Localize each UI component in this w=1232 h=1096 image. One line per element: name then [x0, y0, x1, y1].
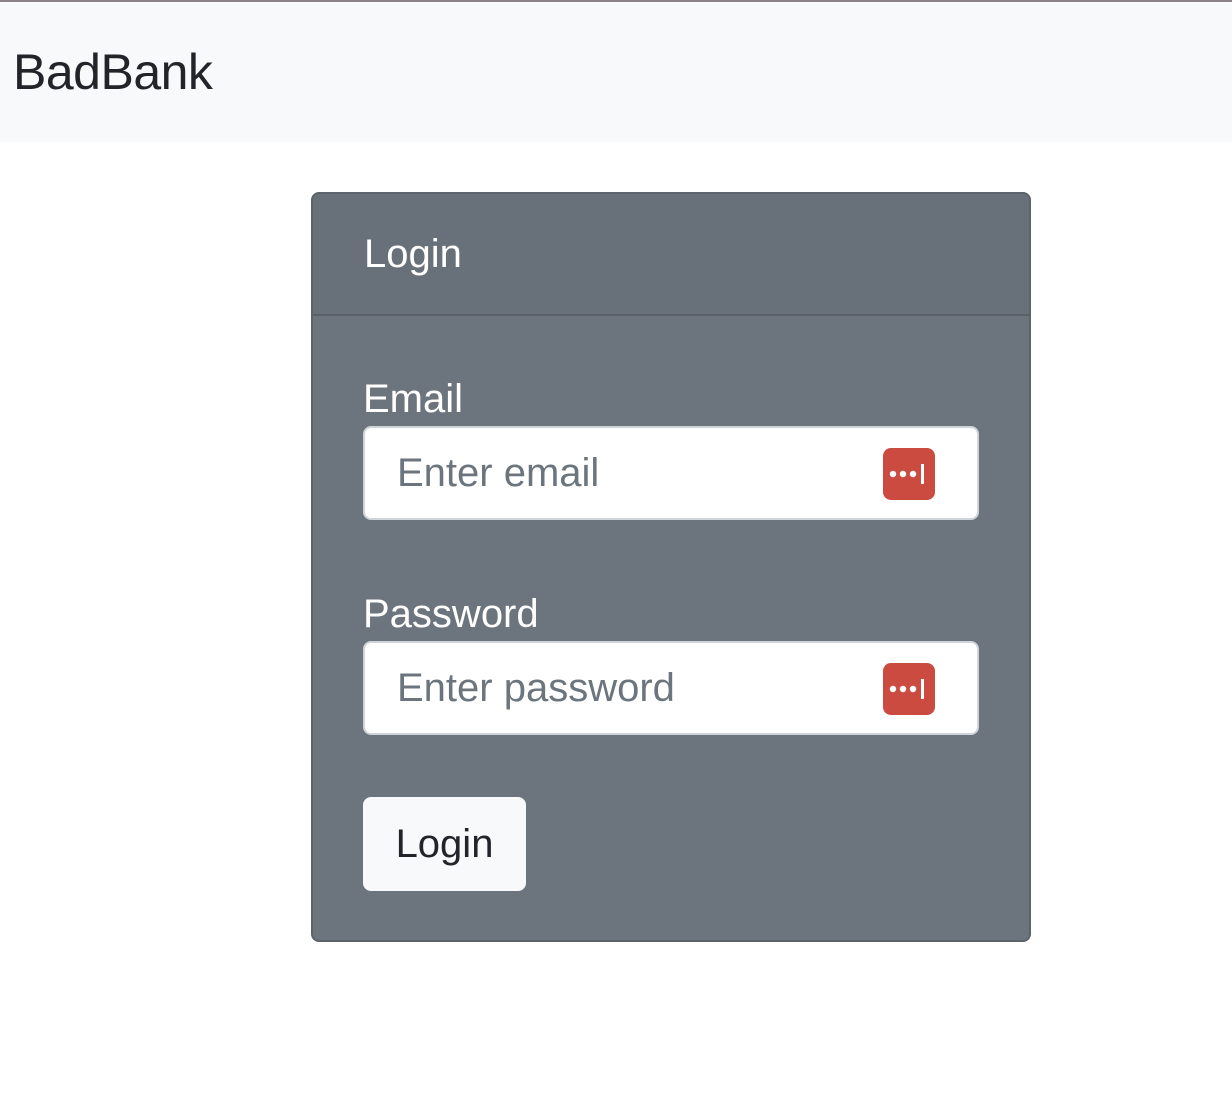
password-manager-icon[interactable]	[883, 663, 935, 715]
email-input[interactable]	[365, 428, 877, 518]
login-card: Login Email Password	[311, 192, 1031, 942]
password-label: Password	[363, 592, 539, 636]
email-field-wrapper	[363, 426, 979, 520]
password-manager-icon[interactable]	[883, 448, 935, 500]
email-label: Email	[363, 377, 464, 421]
login-button[interactable]: Login	[363, 797, 526, 891]
card-header: Login	[313, 194, 1029, 316]
brand-link[interactable]: BadBank	[13, 43, 213, 101]
password-input[interactable]	[365, 643, 877, 733]
dots-cursor-icon	[889, 679, 924, 699]
navbar: BadBank	[0, 2, 1232, 142]
password-field-wrapper	[363, 641, 979, 735]
dots-cursor-icon	[889, 464, 924, 484]
